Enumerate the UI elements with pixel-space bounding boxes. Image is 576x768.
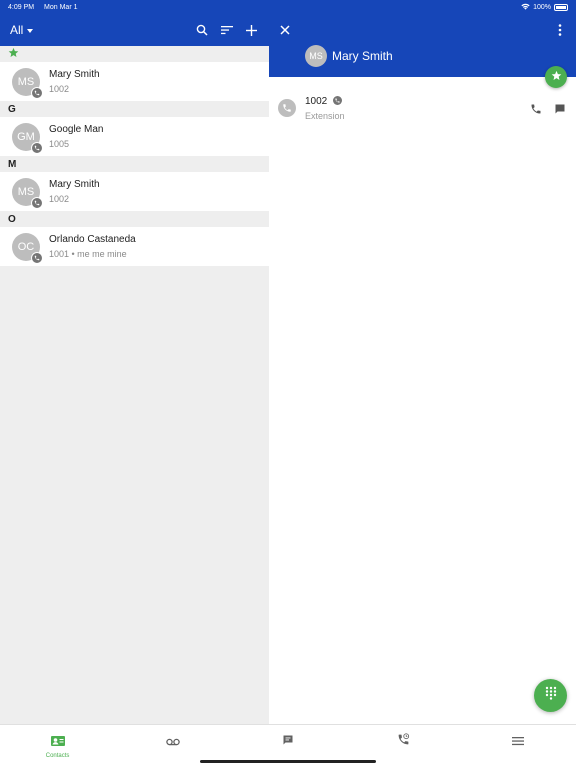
- avatar: MS: [12, 67, 43, 99]
- wifi-icon: [521, 3, 530, 12]
- status-date: Mon Mar 1: [44, 3, 78, 11]
- phone-badge-icon: [31, 86, 43, 99]
- contact-extension: 1002: [49, 84, 70, 94]
- contact-detail-pane: MS Mary Smith 1002 Extension: [269, 14, 576, 724]
- avatar-initials: GM: [17, 130, 35, 143]
- dialpad-button[interactable]: [534, 679, 567, 712]
- status-bar: 4:09 PM Mon Mar 1 100%: [0, 0, 576, 14]
- more-vert-icon[interactable]: [556, 23, 564, 37]
- add-contact-icon[interactable]: [244, 23, 259, 38]
- section-header-favorites: [0, 46, 269, 62]
- contact-row[interactable]: GM Google Man 1005: [0, 117, 269, 156]
- voicemail-icon: [166, 733, 180, 751]
- contact-list: MS Mary Smith 1002 G GM Google Man 1005 …: [0, 46, 269, 266]
- phone-badge-icon: [31, 196, 43, 209]
- avatar-initials: MS: [17, 75, 35, 88]
- avatar-initials: MS: [17, 185, 35, 198]
- contact-row[interactable]: MS Mary Smith 1002: [0, 172, 269, 211]
- favorite-star-button[interactable]: [545, 66, 567, 88]
- contact-row[interactable]: MS Mary Smith 1002: [0, 62, 269, 101]
- phone-badge-icon: [31, 141, 43, 154]
- filter-label: All: [10, 23, 24, 37]
- call-history-icon: [397, 733, 410, 751]
- avatar: OC: [12, 232, 43, 264]
- sort-icon[interactable]: [219, 23, 234, 38]
- section-header-o: O: [8, 213, 16, 225]
- message-icon[interactable]: [554, 102, 566, 114]
- battery-icon: [554, 3, 568, 11]
- detail-header: MS Mary Smith: [269, 14, 576, 77]
- nav-contacts-label: Contacts: [45, 753, 70, 759]
- avatar: MS: [12, 177, 43, 209]
- extension-row[interactable]: 1002 Extension: [269, 94, 576, 122]
- contacts-toolbar: All: [0, 14, 269, 46]
- close-icon[interactable]: [279, 23, 293, 37]
- presence-phone-icon: [333, 95, 343, 108]
- contact-extension: 1005: [49, 139, 70, 149]
- nav-contacts[interactable]: Contacts: [0, 725, 115, 768]
- contacts-pane: All MS Mary Smith 1002 G GM Google Man 1…: [0, 14, 269, 724]
- status-time: 4:09 PM: [8, 3, 35, 11]
- contact-name: Google Man: [49, 124, 104, 135]
- contact-extension: 1002: [49, 194, 70, 204]
- contact-name: Mary Smith: [49, 179, 100, 190]
- filter-dropdown[interactable]: All: [10, 23, 34, 37]
- call-icon[interactable]: [530, 102, 542, 114]
- chat-icon: [282, 733, 294, 751]
- section-header-m: M: [8, 158, 17, 170]
- extension-number: 1002: [305, 96, 328, 107]
- contacts-icon: [50, 733, 65, 751]
- section-header-g: G: [8, 103, 16, 115]
- search-icon[interactable]: [194, 23, 209, 38]
- contact-row[interactable]: OC Orlando Castaneda 1001 • me me mine: [0, 227, 269, 266]
- contact-name: Orlando Castaneda: [49, 234, 136, 245]
- phone-icon: [278, 99, 296, 117]
- detail-avatar: MS: [305, 45, 327, 67]
- chevron-down-icon: [27, 29, 34, 33]
- nav-menu[interactable]: [461, 725, 576, 768]
- extension-label: Extension: [305, 110, 345, 121]
- menu-icon: [512, 733, 525, 751]
- dialpad-icon: [545, 686, 557, 705]
- contact-name: Mary Smith: [49, 69, 100, 80]
- avatar: GM: [12, 122, 43, 154]
- phone-badge-icon: [31, 251, 43, 264]
- star-icon: [551, 68, 562, 86]
- contact-extension: 1001 • me me mine: [49, 249, 127, 259]
- detail-name: Mary Smith: [332, 49, 393, 63]
- home-indicator: [200, 760, 376, 763]
- star-icon: [8, 47, 19, 61]
- avatar-initials: OC: [17, 240, 35, 253]
- battery-percent: 100%: [533, 3, 551, 11]
